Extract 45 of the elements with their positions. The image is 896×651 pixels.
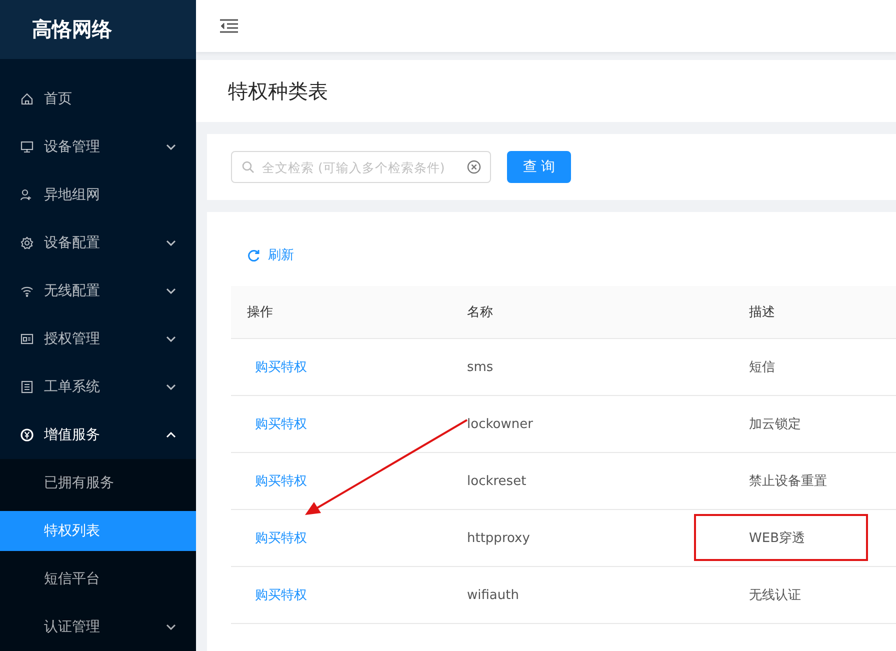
- monitor-icon: [20, 140, 34, 154]
- table-cell: lockowner: [467, 416, 533, 432]
- chevron-up-icon: [166, 432, 176, 438]
- document-icon: [20, 380, 34, 394]
- sidebar-item[interactable]: 异地组网: [0, 171, 196, 219]
- chevron-down-icon: [166, 384, 176, 390]
- sidebar-item[interactable]: 设备管理: [0, 123, 196, 171]
- sidebar-subitem[interactable]: 已拥有服务: [0, 463, 196, 503]
- column-header: 操作: [231, 286, 451, 338]
- gear-icon: [20, 236, 34, 250]
- id-card-icon: [20, 332, 34, 346]
- table-cell: 无线认证: [749, 588, 801, 603]
- chevron-down-icon: [166, 288, 176, 294]
- sidebar-item[interactable]: 设备配置: [0, 219, 196, 267]
- sidebar-subitem[interactable]: 认证管理: [0, 607, 196, 647]
- sidebar-item[interactable]: 无线配置: [0, 267, 196, 315]
- refresh-icon: [247, 248, 260, 262]
- table-cell: httpproxy: [467, 530, 530, 546]
- table-cell: 加云锁定: [749, 417, 801, 432]
- people-icon: [20, 188, 34, 202]
- sidebar-item[interactable]: 工单系统: [0, 363, 196, 411]
- clear-icon[interactable]: [467, 160, 481, 174]
- search-field[interactable]: 全文检索 (可输入多个检索条件): [231, 151, 491, 183]
- chevron-down-icon: [166, 624, 176, 630]
- table-cell: sms: [467, 360, 494, 374]
- table-cell: 禁止设备重置: [749, 474, 827, 489]
- home-icon: [20, 92, 34, 106]
- table-cell: WEB穿透: [749, 531, 805, 546]
- column-header: 名称: [451, 286, 733, 338]
- yen-icon: [20, 428, 34, 442]
- table-cell: lockreset: [467, 474, 526, 488]
- page-title: 特权种类表: [196, 60, 896, 122]
- sidebar-item[interactable]: 授权管理: [0, 315, 196, 363]
- table-cell: 短信: [749, 360, 775, 375]
- chevron-down-icon: [166, 144, 176, 150]
- table-cell: wifiauth: [467, 588, 519, 602]
- brand-logo-text: 高恪网络: [0, 0, 196, 59]
- sidebar-item[interactable]: 增值服务: [0, 411, 196, 459]
- wifi-icon: [20, 284, 34, 298]
- chevron-down-icon: [166, 336, 176, 342]
- sidebar-item[interactable]: 首页: [0, 75, 196, 123]
- column-header: 描述: [733, 286, 896, 338]
- collapse-menu-icon[interactable]: [220, 19, 238, 33]
- chevron-down-icon: [166, 240, 176, 246]
- sidebar-subitem[interactable]: 短信平台: [0, 559, 196, 599]
